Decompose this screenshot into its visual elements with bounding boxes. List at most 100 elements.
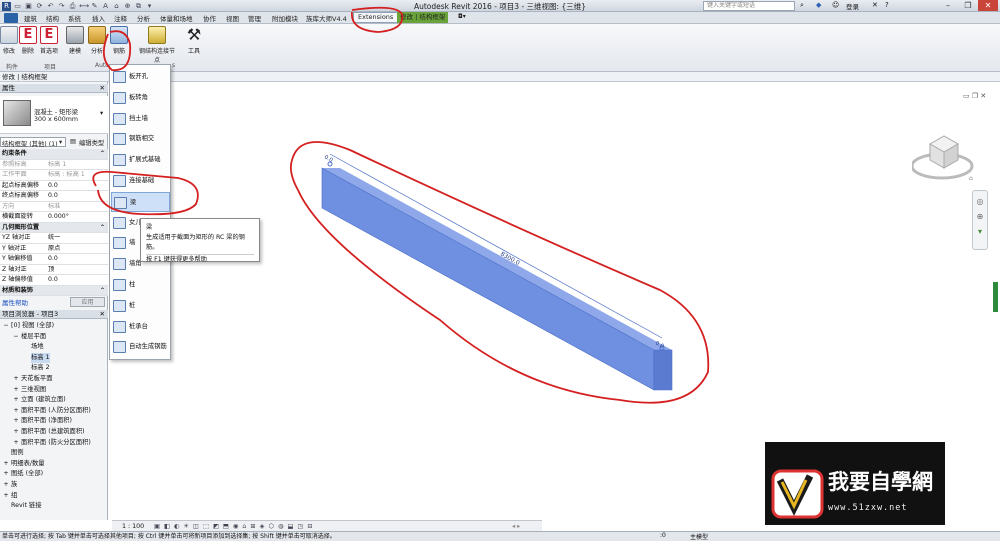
expand-toggle-icon[interactable]: + — [3, 469, 9, 480]
property-value[interactable]: 0.0 — [48, 275, 58, 285]
tab-view[interactable]: 视图 — [226, 13, 239, 23]
tab-addins[interactable]: 附加模块 — [272, 13, 298, 23]
type-dropdown-icon[interactable]: ▾ — [100, 110, 103, 117]
dropdown-item[interactable]: 板开孔 — [111, 67, 170, 87]
tab-architecture[interactable]: 建筑 — [24, 13, 37, 23]
tab-annotate[interactable]: 注释 — [114, 13, 127, 23]
open-icon[interactable]: ▭ — [13, 2, 22, 11]
browser-tree-item[interactable]: + 组 — [0, 491, 108, 502]
property-row[interactable]: YZ 轴对正 统一 — [0, 233, 108, 244]
collapse-icon[interactable]: ⌃ — [100, 149, 105, 159]
modeling-button[interactable]: 建模 — [64, 26, 86, 55]
property-row[interactable]: Z 轴对正 顶 — [0, 264, 108, 275]
section-icon[interactable]: ⊕ — [123, 2, 132, 11]
property-row[interactable]: 终点标高偏移 0.0 — [0, 191, 108, 202]
property-value[interactable]: 原点 — [48, 244, 60, 254]
text-icon[interactable]: A — [101, 2, 110, 11]
browser-tree-item[interactable]: 标高 1 — [0, 352, 108, 364]
expand-toggle-icon[interactable]: − — [3, 321, 9, 332]
property-row[interactable]: 约束条件 ⌃ — [0, 149, 108, 160]
file-tab-icon[interactable] — [4, 13, 18, 23]
tools-button[interactable]: ⚒ 工具 — [183, 26, 205, 56]
exchange-icon[interactable]: ✕ — [872, 1, 878, 9]
expand-toggle-icon[interactable]: + — [13, 416, 19, 427]
expand-toggle-icon[interactable]: + — [13, 395, 19, 406]
search-input[interactable]: 键入关键字或短语 — [703, 1, 795, 11]
annotate-icon[interactable]: ✎ — [90, 2, 99, 11]
dropdown-item[interactable]: 梁 — [111, 191, 170, 212]
expand-toggle-icon[interactable]: + — [3, 480, 9, 491]
property-row[interactable]: 方向 标准 — [0, 201, 108, 212]
browser-tree-item[interactable]: + 天花板平面 — [0, 374, 108, 385]
tab-systems[interactable]: 系统 — [68, 13, 81, 23]
design-options-model[interactable]: 主模型 — [690, 532, 708, 541]
tab-extensions[interactable]: Extensions — [353, 12, 399, 23]
dropdown-item[interactable]: 柱 — [111, 275, 170, 295]
close-properties-icon[interactable]: ✕ — [100, 84, 105, 93]
property-row[interactable]: 工作平面 标高 : 标高 1 — [0, 170, 108, 181]
tab-modify-structural-framing[interactable]: 修改 | 结构框架 — [397, 12, 449, 23]
property-value[interactable]: 0.0 — [48, 254, 58, 264]
browser-tree-item[interactable]: 标高 2 — [0, 363, 108, 374]
preferences-button[interactable]: E 首选项 — [38, 26, 60, 55]
property-value[interactable]: 顶 — [48, 265, 54, 275]
property-value[interactable]: 0.0 — [48, 191, 58, 201]
rebar-button[interactable]: 钢筋 — [108, 26, 130, 55]
analysis-button[interactable]: 分析 — [86, 26, 108, 55]
delete-button[interactable]: E 删除 — [17, 26, 39, 55]
beam-end-face[interactable] — [653, 349, 673, 391]
zoom-dropdown-icon[interactable]: ▾ — [973, 227, 987, 236]
tab-manage[interactable]: 管理 — [248, 13, 261, 23]
browser-tree-item[interactable]: + 图纸 (全部) — [0, 469, 108, 480]
view-window-controls[interactable]: ▭ ❐ ✕ — [963, 92, 986, 100]
apply-button[interactable]: 应用 — [70, 297, 105, 307]
view-cube[interactable]: ⌂ — [912, 128, 977, 186]
browser-tree-item[interactable]: 图例 — [0, 448, 108, 459]
expand-toggle-icon[interactable]: + — [13, 385, 19, 396]
close-browser-icon[interactable]: ✕ — [100, 310, 105, 319]
save-icon[interactable]: ▣ — [24, 2, 33, 11]
browser-tree-item[interactable]: − [0] 视图 (全部) — [0, 321, 108, 332]
dropdown-item[interactable]: 挡土墙 — [111, 109, 170, 129]
cube-orbit-icon[interactable]: ⌂ — [969, 175, 973, 182]
restore-icon[interactable]: ❐ — [958, 0, 978, 11]
undo-icon[interactable]: ↶ — [46, 2, 55, 11]
dropdown-item[interactable]: 连接基础 — [111, 171, 170, 191]
browser-tree-item[interactable]: + 立面 (建筑立面) — [0, 395, 108, 406]
property-value[interactable]: 统一 — [48, 233, 60, 243]
tab-analyze[interactable]: 分析 — [137, 13, 150, 23]
property-value[interactable]: 0.0 — [48, 181, 58, 191]
close-hidden-icon[interactable]: ⧉ — [134, 2, 143, 11]
browser-tree-item[interactable]: + 面积平面 (人防分区面积) — [0, 406, 108, 417]
expand-toggle-icon[interactable]: − — [13, 332, 19, 343]
browser-tree-item[interactable]: + 面积平面 (总建筑面积) — [0, 427, 108, 438]
property-row[interactable]: Z 轴偏移值 0.0 — [0, 275, 108, 286]
sync-icon[interactable]: ⟳ — [35, 2, 44, 11]
expand-toggle-icon[interactable]: + — [3, 491, 9, 502]
revit-app-icon[interactable]: R — [2, 1, 11, 11]
beam-top-face[interactable] — [322, 168, 672, 350]
property-row[interactable]: 参照标高 标高 1 — [0, 159, 108, 170]
binoculars-icon[interactable]: ⌕ — [800, 1, 804, 10]
steering-wheel-icon[interactable]: ◎ — [973, 197, 987, 206]
properties-help-link[interactable]: 属性帮助 — [2, 297, 28, 307]
edit-type-button[interactable]: 编辑类型 — [79, 138, 104, 147]
property-row[interactable]: Y 轴偏移值 0.0 — [0, 254, 108, 265]
ribbon-minimize-icon[interactable]: ◘▾ — [458, 13, 466, 20]
beam-front-face[interactable] — [321, 167, 655, 391]
property-row[interactable]: 几何图形位置 ⌃ — [0, 222, 108, 233]
browser-tree-item[interactable]: + 面积平面 (防火分区面积) — [0, 438, 108, 449]
print-icon[interactable]: ⎙ — [68, 2, 77, 11]
instance-filter-select[interactable]: 结构框架 (其他) (1) ▾ — [0, 137, 66, 148]
expand-toggle-icon[interactable]: + — [13, 374, 19, 385]
browser-tree-item[interactable]: + 三维视图 — [0, 385, 108, 396]
user-icon[interactable]: ☺ — [832, 1, 839, 9]
dropdown-item[interactable]: 桩承台 — [111, 317, 170, 337]
collapse-icon[interactable]: ⌃ — [100, 223, 105, 233]
tab-massing[interactable]: 体量和场地 — [160, 13, 193, 23]
browser-tree-item[interactable]: + 明细表/数量 — [0, 459, 108, 470]
subscription-icon[interactable]: ◆ — [816, 1, 821, 9]
property-row[interactable]: 材质和装饰 ⌃ — [0, 285, 108, 296]
minimize-icon[interactable]: – — [938, 0, 958, 11]
tab-insert[interactable]: 插入 — [92, 13, 105, 23]
